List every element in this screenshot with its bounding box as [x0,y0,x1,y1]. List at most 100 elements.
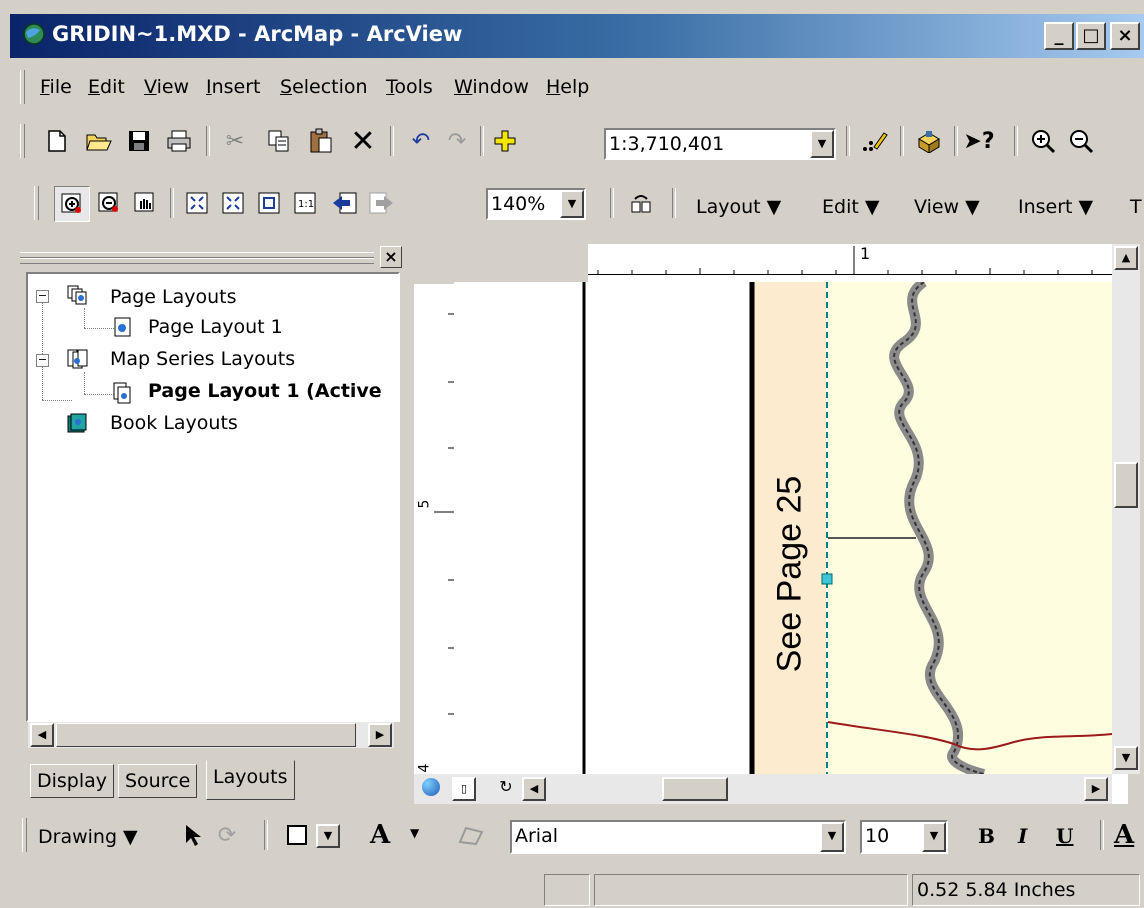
tab-source[interactable]: Source [118,764,198,798]
zoom-whole-page-icon[interactable] [180,186,214,220]
menu-insert[interactable]: Insert [206,76,261,98]
tree-line [42,296,44,400]
close-panel-icon[interactable]: × [380,246,402,268]
chevron-down-icon[interactable]: ▼ [560,190,584,218]
layout-zoom-out-icon[interactable] [92,186,126,220]
menu-bar: File Edit View Insert Selection Tools Wi… [10,66,1144,110]
scroll-right-icon[interactable]: ▶ [1084,777,1108,801]
menu-view[interactable]: View [144,76,189,98]
fixed-zoom-out-icon[interactable] [252,186,286,220]
collapse-icon[interactable]: − [36,354,49,367]
paste-icon[interactable] [304,124,338,158]
chevron-down-icon[interactable]: ▼ [820,822,844,852]
go-forward-extent-icon[interactable] [364,186,398,220]
menu-selection[interactable]: Selection [280,76,368,98]
arcmap-globe-icon [23,23,45,45]
menu-edit[interactable]: Edit [88,76,125,98]
panel-grip[interactable] [20,258,374,264]
tree-item-active-layout[interactable]: Page Layout 1 (Active [148,380,382,402]
chevron-down-icon[interactable]: ▼ [922,822,946,852]
tree-item-page-layouts[interactable]: Page Layouts [110,286,237,308]
bold-button[interactable]: B [978,824,995,848]
layout-view-page-icon[interactable]: ▯ [452,777,476,801]
scroll-left-icon[interactable]: ◀ [522,777,546,801]
zoom-out-icon[interactable] [1064,124,1098,158]
scroll-right-icon[interactable]: ▶ [368,723,392,747]
tree-item-map-series-layouts[interactable]: Map Series Layouts [110,348,295,370]
scrollbar-thumb[interactable] [662,777,728,801]
data-view-globe-icon[interactable] [422,778,440,796]
selection-handle [821,573,833,585]
delete-icon[interactable]: ✕ [346,124,380,159]
rotate-icon[interactable]: ⟳ [210,818,244,852]
underline-button[interactable]: U [1056,824,1073,848]
collapse-icon[interactable]: − [36,290,49,303]
layout-zoom-combo[interactable]: 140% ▼ [486,188,586,220]
toolbar-separator [954,126,958,156]
editor-toolbar-icon[interactable] [858,124,892,158]
close-button[interactable]: × [1110,22,1140,50]
font-size-combo[interactable]: 10 ▼ [860,820,948,854]
chevron-down-icon[interactable]: ▼ [810,130,834,158]
tab-display[interactable]: Display [30,764,115,798]
new-text-tool-icon[interactable]: A [370,820,390,850]
save-icon[interactable] [122,124,156,158]
whats-this-help-icon[interactable]: ➤? [962,124,996,158]
view-vertical-scrollbar[interactable]: ▲ ▼ [1112,244,1140,774]
chevron-down-icon[interactable]: ▼ [410,826,419,840]
arctoolbox-icon[interactable] [912,124,946,158]
menu-file[interactable]: File [40,76,72,98]
fixed-zoom-in-icon[interactable] [216,186,250,220]
maximize-button[interactable]: □ [1076,22,1106,50]
tree-item-book-layouts[interactable]: Book Layouts [110,412,238,434]
scroll-down-icon[interactable]: ▼ [1114,746,1138,770]
select-elements-arrow-icon[interactable] [176,818,210,852]
undo-icon[interactable]: ↶ [404,124,438,158]
menu-grip[interactable] [20,70,25,104]
redo-icon[interactable]: ↷ [440,124,474,158]
print-icon[interactable] [162,124,196,158]
minimize-button[interactable]: _ [1044,22,1074,50]
layout-menu[interactable]: Layout ▼ [696,196,781,218]
scroll-left-icon[interactable]: ◀ [30,723,54,747]
menu-tools[interactable]: Tools [386,76,433,98]
layout-zoom-value: 140% [491,193,546,215]
menu-window[interactable]: Window [454,76,529,98]
insert-menu[interactable]: Insert ▼ [1018,196,1093,218]
tree-item-page-layout-1[interactable]: Page Layout 1 [148,316,283,338]
drawing-menu[interactable]: Drawing ▼ [38,826,138,848]
rectangle-tool-icon[interactable] [280,818,314,852]
map-page[interactable]: See Page 25 [454,282,1112,774]
toolbar-grip[interactable] [34,186,39,220]
toc-horizontal-scrollbar[interactable]: ◀ ▶ [28,722,394,748]
refresh-icon[interactable]: ↻ [494,777,518,801]
edit-menu[interactable]: Edit ▼ [822,196,879,218]
zoom-100-percent-icon[interactable]: 1:1 [288,186,322,220]
toolbar-separator [610,188,614,218]
more-menu[interactable]: T [1130,196,1142,218]
scrollbar-thumb[interactable] [56,723,356,747]
scrollbar-thumb[interactable] [1114,462,1138,508]
toggle-draft-mode-icon[interactable] [624,186,658,220]
toolbar-grip[interactable] [20,124,25,158]
copy-icon[interactable] [262,124,296,158]
layout-zoom-in-icon[interactable] [54,186,90,222]
new-document-icon[interactable] [40,124,74,158]
font-color-icon[interactable]: A [1114,820,1134,850]
add-data-icon[interactable] [488,124,522,158]
italic-button[interactable]: I [1018,824,1027,848]
toolbar-grip[interactable] [22,818,27,852]
layout-pan-icon[interactable] [128,186,162,220]
font-name-combo[interactable]: Arial ▼ [510,820,846,854]
edit-vertices-icon[interactable] [454,818,488,852]
view-menu[interactable]: View ▼ [914,196,980,218]
go-back-extent-icon[interactable] [328,186,362,220]
tab-layouts[interactable]: Layouts [206,760,295,800]
cut-icon[interactable]: ✂ [218,124,252,158]
zoom-in-icon[interactable] [1026,124,1060,158]
chevron-down-icon[interactable]: ▼ [316,824,340,848]
map-scale-combo[interactable]: 1:3,710,401 ▼ [604,128,836,160]
menu-help[interactable]: Help [546,76,589,98]
scroll-up-icon[interactable]: ▲ [1114,246,1138,270]
open-folder-icon[interactable] [82,124,116,158]
